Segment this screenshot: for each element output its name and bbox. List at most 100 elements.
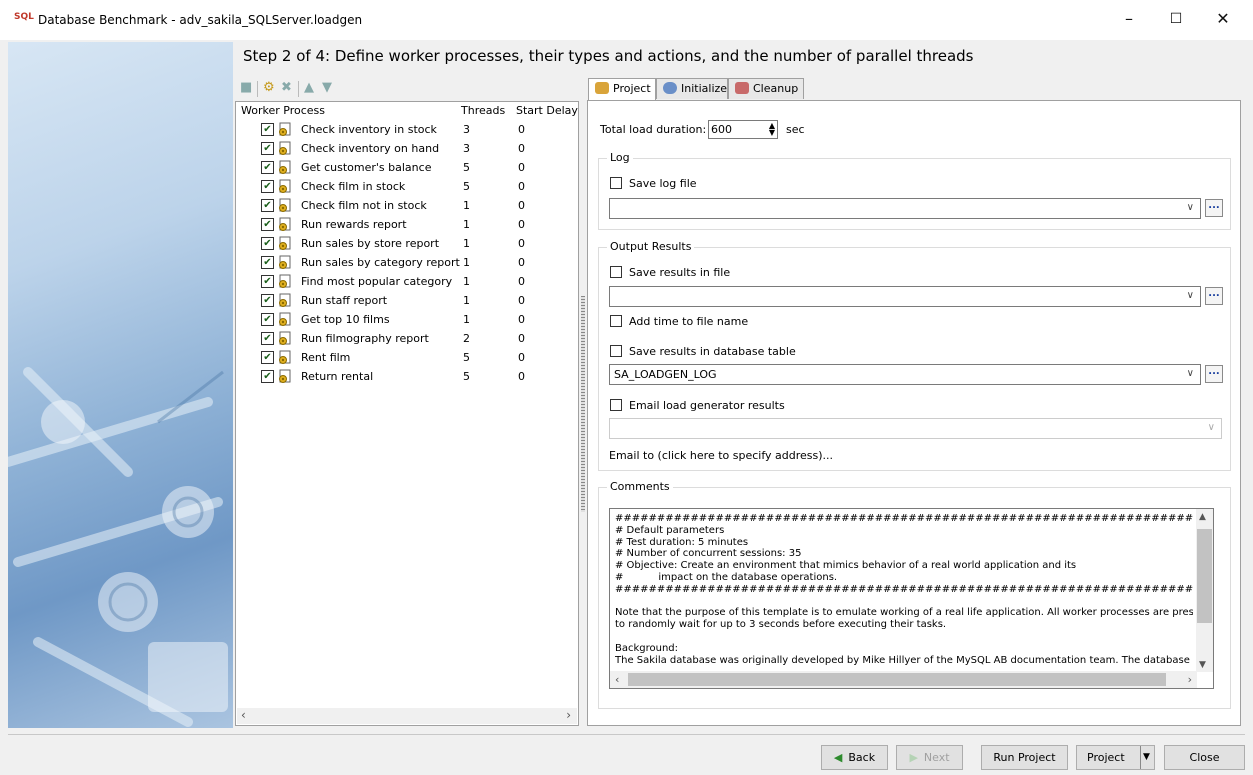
row-checkbox[interactable]: ✔ xyxy=(261,275,274,288)
save-db-checkbox[interactable]: Save results in database table xyxy=(610,344,800,360)
chevron-down-icon[interactable]: ∨ xyxy=(1208,422,1215,433)
row-checkbox[interactable]: ✔ xyxy=(261,370,274,383)
browse-db-table-button[interactable]: ... xyxy=(1205,365,1223,383)
save-results-file-checkbox[interactable]: Save results in file xyxy=(610,265,750,281)
row-checkbox[interactable]: ✔ xyxy=(261,161,274,174)
table-row[interactable]: ✔ Run sales by category report 1 0 xyxy=(236,254,578,273)
process-start-delay[interactable]: 0 xyxy=(518,313,525,326)
process-start-delay[interactable]: 0 xyxy=(518,218,525,231)
process-threads[interactable]: 5 xyxy=(463,370,470,383)
scroll-left-icon[interactable]: ‹ xyxy=(241,708,246,722)
process-threads[interactable]: 1 xyxy=(463,199,470,212)
row-checkbox[interactable]: ✔ xyxy=(261,313,274,326)
row-checkbox[interactable]: ✔ xyxy=(261,256,274,269)
minimize-button[interactable]: – xyxy=(1106,0,1152,38)
run-project-button[interactable]: Run Project xyxy=(981,745,1068,770)
table-row[interactable]: ✔ Rent film 5 0 xyxy=(236,349,578,368)
add-process-icon[interactable]: ⚙ xyxy=(263,80,275,95)
row-checkbox[interactable]: ✔ xyxy=(261,294,274,307)
process-threads[interactable]: 1 xyxy=(463,237,470,250)
process-start-delay[interactable]: 0 xyxy=(518,370,525,383)
table-row[interactable]: ✔ Run staff report 1 0 xyxy=(236,292,578,311)
scroll-thumb[interactable] xyxy=(1197,529,1212,623)
process-threads[interactable]: 5 xyxy=(463,351,470,364)
comments-textarea[interactable]: ########################################… xyxy=(609,508,1214,689)
process-threads[interactable]: 1 xyxy=(463,275,470,288)
checkbox-box[interactable] xyxy=(610,315,622,327)
horizontal-scrollbar[interactable]: ‹ › xyxy=(237,708,577,724)
process-threads[interactable]: 1 xyxy=(463,256,470,269)
process-threads[interactable]: 3 xyxy=(463,123,470,136)
process-threads[interactable]: 1 xyxy=(463,313,470,326)
checkbox-box[interactable] xyxy=(610,345,622,357)
results-path-combo[interactable]: ∨ xyxy=(609,286,1201,307)
duration-input[interactable] xyxy=(711,122,759,137)
next-button[interactable]: ▶ Next xyxy=(896,745,963,770)
scroll-right-icon[interactable]: › xyxy=(1188,673,1192,686)
process-start-delay[interactable]: 0 xyxy=(518,351,525,364)
table-row[interactable]: ✔ Check inventory in stock 3 0 xyxy=(236,121,578,140)
row-checkbox[interactable]: ✔ xyxy=(261,123,274,136)
row-checkbox[interactable]: ✔ xyxy=(261,237,274,250)
db-table-combo[interactable]: SA_LOADGEN_LOG ∨ xyxy=(609,364,1201,385)
save-log-checkbox[interactable]: Save log file xyxy=(610,176,730,192)
close-window-button[interactable]: ✕ xyxy=(1200,0,1246,38)
row-checkbox[interactable]: ✔ xyxy=(261,218,274,231)
maximize-button[interactable]: ☐ xyxy=(1153,0,1199,38)
log-path-combo[interactable]: ∨ xyxy=(609,198,1201,219)
column-header-worker-process[interactable]: Worker Process xyxy=(241,104,325,117)
process-start-delay[interactable]: 0 xyxy=(518,199,525,212)
close-button[interactable]: Close xyxy=(1164,745,1245,770)
chevron-down-icon[interactable]: ∨ xyxy=(1187,290,1194,301)
duration-spinner[interactable]: ▲▼ xyxy=(708,120,778,139)
process-threads[interactable]: 5 xyxy=(463,161,470,174)
worker-process-table[interactable]: Worker Process Threads Start Delay ✔ Chec… xyxy=(235,101,579,726)
email-results-checkbox[interactable]: Email load generator results xyxy=(610,398,800,414)
checkbox-box[interactable] xyxy=(610,399,622,411)
row-checkbox[interactable]: ✔ xyxy=(261,351,274,364)
process-start-delay[interactable]: 0 xyxy=(518,180,525,193)
table-row[interactable]: ✔ Return rental 5 0 xyxy=(236,368,578,387)
process-threads[interactable]: 2 xyxy=(463,332,470,345)
table-row[interactable]: ✔ Run rewards report 1 0 xyxy=(236,216,578,235)
process-start-delay[interactable]: 0 xyxy=(518,294,525,307)
column-header-start-delay[interactable]: Start Delay xyxy=(516,104,578,117)
tab-cleanup[interactable]: Cleanup xyxy=(728,78,804,99)
browse-results-button[interactable]: ... xyxy=(1205,287,1223,305)
email-combo[interactable]: ∨ xyxy=(609,418,1222,439)
email-to-link[interactable]: Email to (click here to specify address)… xyxy=(609,449,833,462)
add-time-checkbox[interactable]: Add time to file name xyxy=(610,314,750,330)
row-checkbox[interactable]: ✔ xyxy=(261,332,274,345)
move-down-icon[interactable]: ▼ xyxy=(322,80,332,95)
back-button[interactable]: ◀ Back xyxy=(821,745,888,770)
row-checkbox[interactable]: ✔ xyxy=(261,199,274,212)
spinner-arrows-icon[interactable]: ▲ ▼ xyxy=(769,122,775,137)
process-start-delay[interactable]: 0 xyxy=(518,237,525,250)
process-threads[interactable]: 1 xyxy=(463,218,470,231)
table-row[interactable]: ✔ Check film in stock 5 0 xyxy=(236,178,578,197)
chevron-down-icon[interactable]: ∨ xyxy=(1187,202,1194,213)
process-threads[interactable]: 3 xyxy=(463,142,470,155)
process-start-delay[interactable]: 0 xyxy=(518,123,525,136)
scroll-thumb[interactable] xyxy=(628,673,1166,686)
checkbox-box[interactable] xyxy=(610,177,622,189)
process-start-delay[interactable]: 0 xyxy=(518,142,525,155)
edit-icon[interactable]: ■ xyxy=(240,80,252,95)
comments-text[interactable]: ########################################… xyxy=(615,513,1193,671)
process-start-delay[interactable]: 0 xyxy=(518,256,525,269)
dropdown-arrow-icon[interactable]: ▼ xyxy=(1143,746,1150,769)
column-header-threads[interactable]: Threads xyxy=(461,104,505,117)
table-row[interactable]: ✔ Check inventory on hand 3 0 xyxy=(236,140,578,159)
row-checkbox[interactable]: ✔ xyxy=(261,180,274,193)
table-row[interactable]: ✔ Run filmography report 2 0 xyxy=(236,330,578,349)
project-menu-button[interactable]: Project ▼ xyxy=(1076,745,1155,770)
scroll-up-icon[interactable]: ▲ xyxy=(1199,512,1206,522)
process-start-delay[interactable]: 0 xyxy=(518,332,525,345)
row-checkbox[interactable]: ✔ xyxy=(261,142,274,155)
browse-log-button[interactable]: ... xyxy=(1205,199,1223,217)
table-row[interactable]: ✔ Get customer's balance 5 0 xyxy=(236,159,578,178)
table-row[interactable]: ✔ Check film not in stock 1 0 xyxy=(236,197,578,216)
comments-horizontal-scrollbar[interactable]: ‹ › xyxy=(610,671,1197,688)
process-start-delay[interactable]: 0 xyxy=(518,161,525,174)
move-up-icon[interactable]: ▲ xyxy=(304,80,314,95)
